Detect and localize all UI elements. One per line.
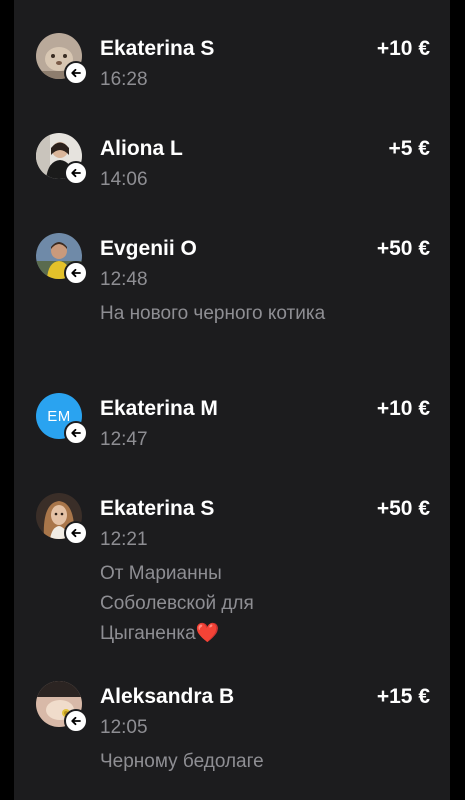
- heart-emoji-icon: ❤️: [195, 623, 220, 644]
- transaction-time: 12:21: [100, 529, 148, 550]
- avatar: [36, 681, 88, 733]
- transaction-item[interactable]: Aliona L +5 € 14:06: [14, 133, 450, 203]
- transaction-comment: Черному бедолаге: [100, 751, 264, 772]
- incoming-arrow-icon: [64, 161, 88, 185]
- transaction-time: 16:28: [100, 69, 148, 90]
- transaction-time: 14:06: [100, 169, 148, 190]
- sender-name: Ekaterina M: [100, 397, 218, 420]
- sender-name: Aliona L: [100, 137, 183, 160]
- avatar: [36, 493, 88, 545]
- transaction-amount: +5 €: [388, 137, 430, 160]
- avatar: [36, 133, 88, 185]
- sender-name: Ekaterina S: [100, 497, 215, 520]
- incoming-arrow-icon: [64, 261, 88, 285]
- transaction-time: 12:48: [100, 269, 148, 290]
- incoming-arrow-icon: [64, 61, 88, 85]
- transaction-amount: +50 €: [376, 237, 430, 260]
- sender-name: Aleksandra B: [100, 685, 235, 708]
- incoming-arrow-icon: [64, 421, 88, 445]
- transaction-amount: +10 €: [376, 397, 430, 420]
- comment-text: От Марианны Соболевской для Цыганенка: [100, 563, 254, 644]
- transaction-time: 12:47: [100, 429, 148, 450]
- transaction-time: 12:05: [100, 717, 148, 738]
- avatar: [36, 33, 88, 85]
- transaction-item[interactable]: Ekaterina S +50 € 12:21 От Марианны Собо…: [14, 493, 450, 653]
- incoming-arrow-icon: [64, 521, 88, 545]
- transaction-amount: +10 €: [376, 37, 430, 60]
- transaction-amount: +50 €: [376, 497, 430, 520]
- avatar: [36, 233, 88, 285]
- incoming-arrow-icon: [64, 709, 88, 733]
- transaction-item[interactable]: Aleksandra B +15 € 12:05 Черному бедолаг…: [14, 681, 450, 781]
- sender-name: Evgenii O: [100, 237, 197, 260]
- transaction-item[interactable]: Evgenii O +50 € 12:48 На нового черного …: [14, 233, 450, 363]
- avatar: EM: [36, 393, 88, 445]
- transaction-amount: +15 €: [376, 685, 430, 708]
- transactions-list: Ekaterina S +10 € 16:28 Aliona L +5 € 14…: [14, 0, 450, 800]
- transaction-item[interactable]: EM Ekaterina M +10 € 12:47: [14, 393, 450, 463]
- transaction-item[interactable]: Ekaterina S +10 € 16:28: [14, 33, 450, 103]
- sender-name: Ekaterina S: [100, 37, 215, 60]
- transaction-comment: От Марианны Соболевской для Цыганенка❤️: [100, 559, 330, 649]
- transaction-comment: На нового черного котика: [100, 303, 326, 324]
